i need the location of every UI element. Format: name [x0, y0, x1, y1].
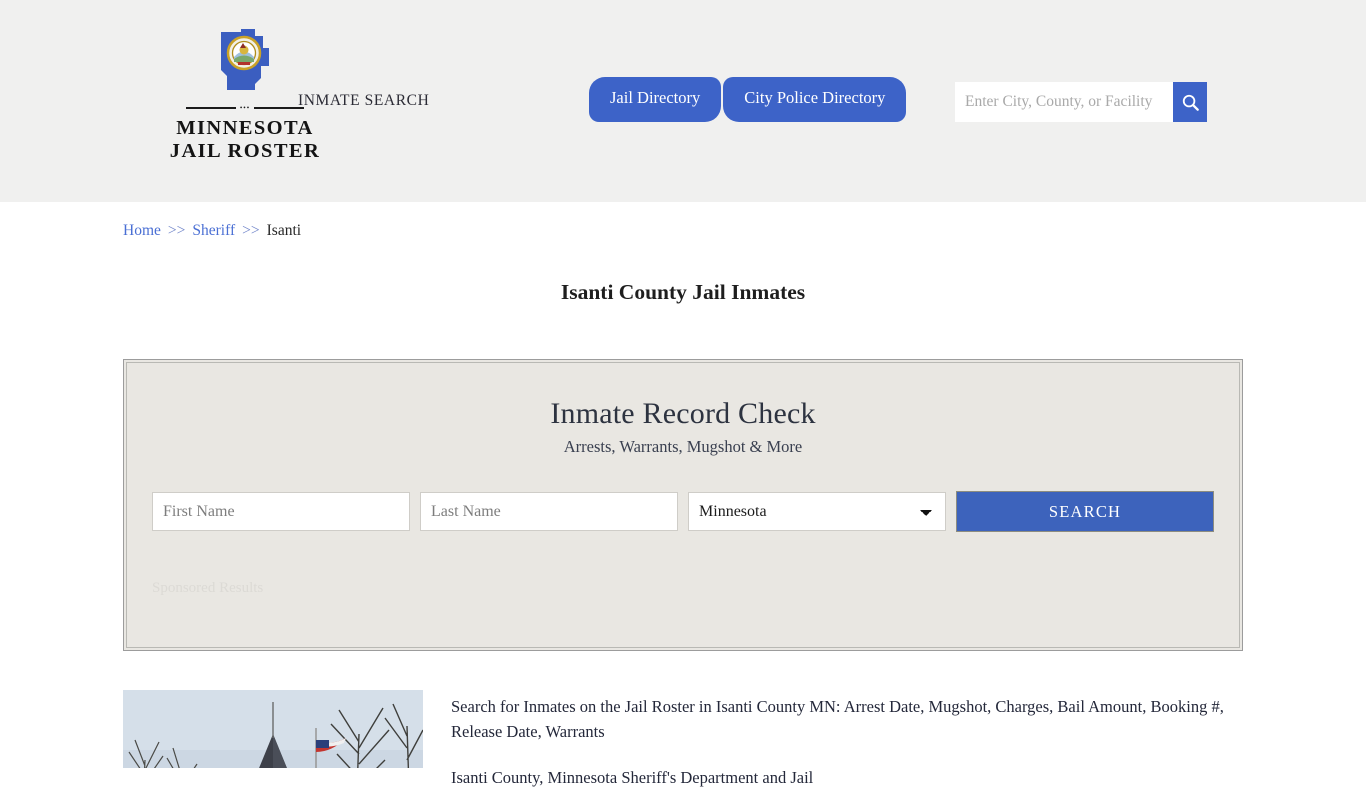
header-inner: ••• MINNESOTA JAIL ROSTER INMATE SEARCH … — [123, 0, 1243, 202]
header-nav: Jail Directory City Police Directory — [589, 77, 907, 122]
inmate-record-check-panel: Inmate Record Check Arrests, Warrants, M… — [123, 359, 1243, 651]
content-section: Search for Inmates on the Jail Roster in… — [123, 690, 1243, 791]
site-header: ••• MINNESOTA JAIL ROSTER INMATE SEARCH … — [0, 0, 1366, 202]
content-paragraph-2: Isanti County, Minnesota Sheriff's Depar… — [451, 768, 814, 787]
nav-jail-directory-button[interactable]: Jail Directory — [589, 77, 722, 122]
panel-title: Inmate Record Check — [550, 397, 816, 430]
breadcrumb-separator-2: >> — [242, 222, 260, 239]
header-search — [955, 82, 1207, 122]
page-title: Isanti County Jail Inmates — [560, 280, 806, 304]
nav-city-police-directory-button[interactable]: City Police Directory — [723, 77, 907, 122]
breadcrumb: Home >> Sheriff >> Isanti — [123, 202, 1243, 240]
state-select[interactable]: Minnesota — [688, 492, 947, 531]
panel-subtitle: Arrests, Warrants, Mugshot & More — [563, 437, 803, 456]
logo-text-line2: JAIL ROSTER — [169, 140, 321, 162]
logo-text-line1: MINNESOTA — [176, 117, 314, 139]
header-search-button[interactable] — [1173, 82, 1207, 122]
logo-divider-dots: ••• — [239, 104, 251, 112]
header-search-input[interactable] — [955, 82, 1173, 122]
first-name-input[interactable] — [152, 492, 411, 531]
inmate-search-button[interactable]: SEARCH — [956, 491, 1215, 532]
breadcrumb-sheriff-link[interactable]: Sheriff — [192, 222, 235, 239]
content-copy: Search for Inmates on the Jail Roster in… — [451, 690, 1243, 791]
header-tagline: INMATE SEARCH — [298, 92, 430, 109]
sheriff-building-thumbnail[interactable] — [123, 690, 423, 768]
sponsored-results-label: Sponsored Results — [152, 580, 264, 596]
inmate-search-form: Minnesota SEARCH — [124, 457, 1242, 532]
breadcrumb-current: Isanti — [266, 222, 302, 239]
content-paragraph-1: Search for Inmates on the Jail Roster in… — [451, 697, 1224, 741]
last-name-input[interactable] — [420, 492, 679, 531]
logo-divider: ••• — [186, 103, 305, 113]
search-icon — [1182, 94, 1199, 111]
breadcrumb-separator-1: >> — [167, 222, 186, 239]
building-photo-illustration — [123, 690, 423, 768]
minnesota-state-seal-icon — [221, 29, 269, 90]
breadcrumb-home-link[interactable]: Home — [123, 222, 161, 239]
